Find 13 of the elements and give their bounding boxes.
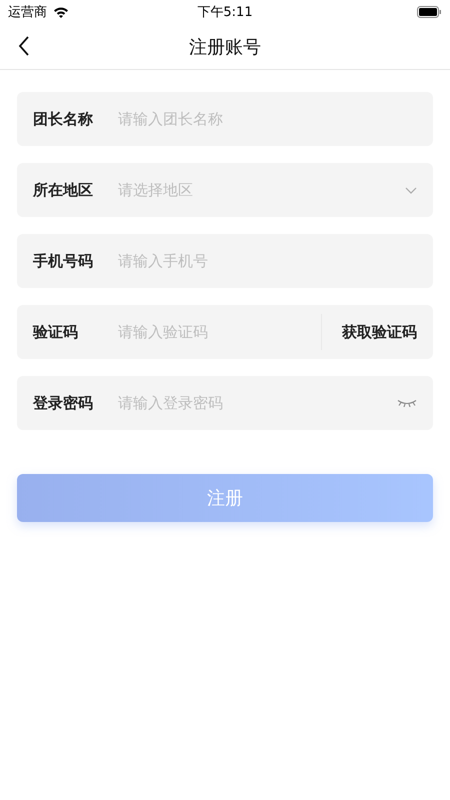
field-label: 所在地区: [33, 180, 94, 200]
page-title: 注册账号: [189, 36, 261, 58]
chevron-down-icon[interactable]: [405, 186, 417, 194]
battery-icon: [417, 6, 442, 18]
field-label: 团长名称: [33, 110, 94, 128]
closed-eye-icon[interactable]: [397, 399, 417, 407]
clock-time: 下午5:11: [197, 4, 253, 21]
get-code-button[interactable]: 获取验证码: [321, 314, 417, 350]
field-label: 登录密码: [33, 394, 94, 412]
field-label: 手机号码: [33, 252, 94, 270]
carrier-name: 运营商: [8, 4, 47, 21]
wifi-icon: [53, 6, 69, 18]
field-label: 验证码: [33, 322, 79, 342]
